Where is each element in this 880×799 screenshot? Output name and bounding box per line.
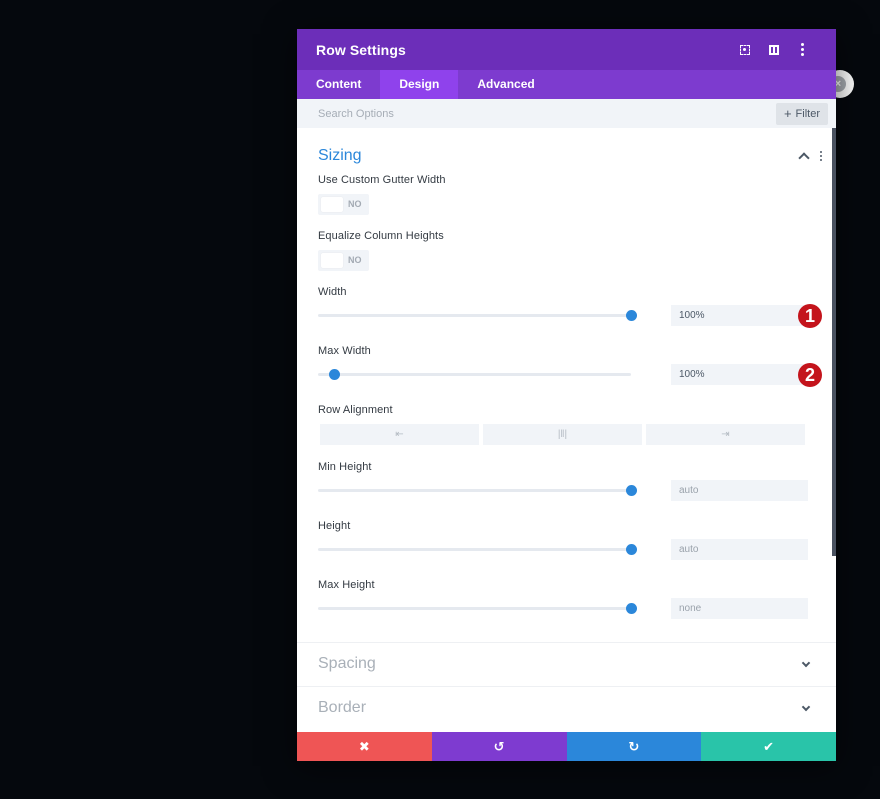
sizing-section-title: Sizing: [318, 147, 362, 164]
annotation-badge: 1: [798, 304, 822, 328]
field-label: Min Height: [318, 461, 372, 473]
align-center-button[interactable]: |‖|: [483, 424, 642, 445]
close-icon: ✖: [358, 738, 370, 754]
redo-button[interactable]: ↻: [566, 732, 702, 761]
chevron-up-icon[interactable]: [797, 152, 810, 164]
align-center-icon: |‖|: [557, 429, 568, 440]
max-width-input[interactable]: [671, 364, 808, 385]
checkmark-icon: ✔: [763, 738, 775, 754]
spacing-section-header[interactable]: Spacing: [297, 642, 836, 686]
field-label: Equalize Column Heights: [318, 230, 444, 242]
field-min-height: Min Height: [318, 461, 822, 507]
tab-advanced[interactable]: Advanced: [458, 70, 553, 99]
field-max-width: Max Width 2: [318, 345, 822, 391]
save-button[interactable]: ✔: [701, 732, 836, 761]
tab-design[interactable]: Design: [380, 70, 459, 99]
border-section-title: Border: [318, 699, 367, 716]
more-options-button[interactable]: [788, 38, 817, 62]
field-label: Max Height: [318, 579, 375, 591]
align-right-button[interactable]: ⇥: [646, 424, 805, 445]
toggle-state: NO: [348, 255, 362, 265]
field-label: Row Alignment: [318, 404, 393, 416]
redo-icon: ↻: [628, 738, 640, 754]
field-max-height: Max Height: [318, 579, 822, 625]
row-settings-modal: Row Settings Content Design Advanced + F…: [297, 29, 836, 761]
min-height-slider[interactable]: [318, 485, 637, 496]
split-view-button[interactable]: [759, 38, 788, 62]
toggle-state: NO: [348, 199, 362, 209]
filter-label: Filter: [795, 107, 820, 120]
slider-thumb[interactable]: [626, 310, 637, 321]
field-label: Width: [318, 286, 347, 298]
width-input[interactable]: [671, 305, 808, 326]
search-options-input[interactable]: [318, 107, 776, 120]
field-width: Width 1: [318, 286, 822, 332]
chevron-down-icon: [801, 702, 811, 711]
field-row-alignment: Row Alignment ⇤ |‖| ⇥: [318, 404, 822, 450]
annotation-badge: 2: [798, 363, 822, 387]
more-options-icon: [801, 43, 804, 56]
max-height-slider[interactable]: [318, 603, 637, 614]
max-width-slider[interactable]: [318, 369, 631, 380]
action-bar: ✖ ↺ ↻ ✔: [297, 732, 836, 761]
settings-content: Sizing Use Custom Gutter Width NO Equali…: [297, 128, 836, 732]
height-input[interactable]: [671, 539, 808, 560]
scrollbar[interactable]: [832, 128, 836, 556]
slider-thumb[interactable]: [626, 603, 637, 614]
spacing-section-title: Spacing: [318, 655, 376, 672]
tab-content[interactable]: Content: [297, 70, 380, 99]
modal-header[interactable]: Row Settings: [297, 29, 836, 70]
toggle-knob: [321, 253, 343, 268]
search-bar: + Filter: [297, 99, 836, 128]
field-label: Use Custom Gutter Width: [318, 174, 446, 186]
plus-icon: +: [783, 106, 792, 121]
field-custom-gutter: Use Custom Gutter Width NO: [318, 174, 822, 218]
align-left-icon: ⇤: [395, 429, 404, 440]
modal-title: Row Settings: [316, 41, 406, 58]
slider-thumb[interactable]: [328, 369, 340, 380]
border-section-header[interactable]: Border: [297, 686, 836, 730]
field-height: Height: [318, 520, 822, 566]
split-view-icon: [768, 44, 779, 55]
align-right-icon: ⇥: [721, 429, 730, 440]
toggle-knob: [321, 197, 343, 212]
max-height-input[interactable]: [671, 598, 808, 619]
chevron-down-icon: [801, 658, 811, 667]
sizing-section-header[interactable]: Sizing: [297, 128, 836, 170]
section-options-icon[interactable]: [819, 150, 822, 162]
min-height-input[interactable]: [671, 480, 808, 501]
equalize-columns-toggle[interactable]: NO: [318, 250, 369, 271]
slider-thumb[interactable]: [626, 544, 637, 555]
slider-thumb[interactable]: [626, 485, 637, 496]
field-equalize-columns: Equalize Column Heights NO: [318, 230, 822, 274]
width-slider[interactable]: [318, 310, 637, 321]
undo-button[interactable]: ↺: [431, 732, 567, 761]
undo-icon: ↺: [493, 738, 505, 754]
custom-gutter-toggle[interactable]: NO: [318, 194, 369, 215]
height-slider[interactable]: [318, 544, 637, 555]
row-alignment-buttons: ⇤ |‖| ⇥: [320, 424, 805, 445]
focus-mode-icon: [739, 44, 750, 55]
field-label: Height: [318, 520, 351, 532]
focus-mode-button[interactable]: [730, 38, 759, 62]
field-label: Max Width: [318, 345, 371, 357]
align-left-button[interactable]: ⇤: [320, 424, 479, 445]
tab-bar: Content Design Advanced: [297, 70, 836, 99]
filter-button[interactable]: + Filter: [775, 102, 828, 125]
cancel-button[interactable]: ✖: [297, 732, 432, 761]
